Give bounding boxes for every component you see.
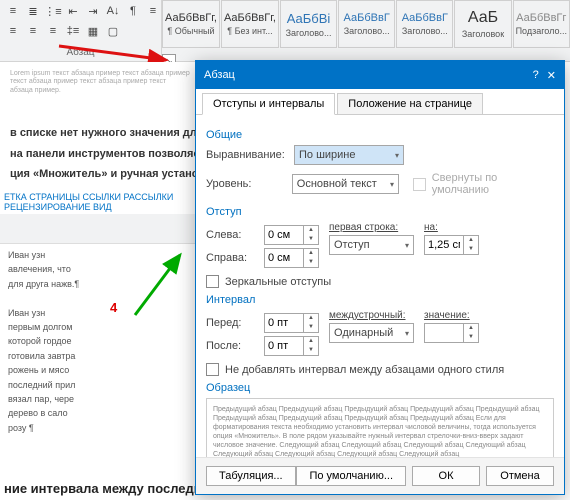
- cancel-button[interactable]: Отмена: [486, 466, 554, 486]
- collapse-checkbox[interactable]: [413, 178, 426, 191]
- bottom-text: ние интервала между последними: [4, 481, 227, 496]
- tab-position[interactable]: Положение на странице: [337, 93, 483, 114]
- align-left-icon[interactable]: ≡: [144, 2, 162, 20]
- help-icon[interactable]: ?: [533, 69, 539, 82]
- align-right-icon[interactable]: ≡: [24, 22, 42, 40]
- dialog-title: Абзац: [204, 69, 235, 81]
- mirror-checkbox[interactable]: [206, 275, 219, 288]
- by-input[interactable]: ▲▼: [424, 235, 479, 255]
- style-heading3[interactable]: АаБбВвГЗаголово...: [396, 0, 453, 48]
- ok-button[interactable]: ОК: [412, 466, 480, 486]
- left-indent-input[interactable]: ▲▼: [264, 225, 319, 245]
- group-indent: Отступ: [206, 206, 554, 218]
- value-label: значение:: [424, 310, 479, 321]
- noadd-checkbox[interactable]: [206, 363, 219, 376]
- align-center-icon[interactable]: ≡: [4, 22, 22, 40]
- after-label: После:: [206, 340, 258, 352]
- multilevel-icon[interactable]: ⋮≡: [44, 2, 62, 20]
- value-input[interactable]: ▲▼: [424, 323, 479, 343]
- ribbon-group-label: Абзац: [4, 46, 157, 59]
- group-common: Общие: [206, 129, 554, 141]
- indent-dec-icon[interactable]: ⇤: [64, 2, 82, 20]
- close-icon[interactable]: ✕: [547, 69, 556, 82]
- style-heading1[interactable]: АаБбВіЗаголово...: [280, 0, 337, 48]
- sort-icon[interactable]: A↓: [104, 2, 122, 20]
- alignment-label: Выравнивание:: [206, 149, 288, 161]
- linespacing-select[interactable]: Одинарный▾: [329, 323, 414, 343]
- before-label: Перед:: [206, 317, 258, 329]
- style-normal[interactable]: АаБбВвГг,¶ Обычный: [162, 0, 220, 48]
- before-input[interactable]: ▲▼: [264, 313, 319, 333]
- tabs-button[interactable]: Табуляция...: [206, 466, 296, 486]
- alignment-select[interactable]: По ширине▾: [294, 145, 404, 165]
- mini-ribbon: ЕТКА СТРАНИЦЫ ССЫЛКИ РАССЫЛКИ РЕЦЕНЗИРОВ…: [0, 190, 200, 439]
- level-select[interactable]: Основной текст▾: [292, 174, 399, 194]
- styles-gallery[interactable]: АаБбВвГг,¶ Обычный АаБбВвГг,¶ Без инт...…: [162, 0, 570, 61]
- after-input[interactable]: ▲▼: [264, 336, 319, 356]
- group-preview: Образец: [206, 382, 554, 394]
- default-button[interactable]: По умолчанию...: [296, 466, 406, 486]
- borders-icon[interactable]: ▢: [104, 22, 122, 40]
- shading-icon[interactable]: ▦: [84, 22, 102, 40]
- paragraph-dialog: Абзац ? ✕ Отступы и интервалы Положение …: [195, 60, 565, 495]
- first-line-label: первая строка:: [329, 222, 414, 233]
- style-heading2[interactable]: АаБбВвГЗаголово...: [338, 0, 395, 48]
- numbering-icon[interactable]: ≣: [24, 2, 42, 20]
- bullets-icon[interactable]: ≡: [4, 2, 22, 20]
- preview-box: Предыдущий абзац Предыдущий абзац Предыд…: [206, 398, 554, 457]
- indent-inc-icon[interactable]: ⇥: [84, 2, 102, 20]
- first-line-select[interactable]: Отступ▾: [329, 235, 414, 255]
- annotation-number: 4: [110, 300, 117, 315]
- right-indent-input[interactable]: ▲▼: [264, 248, 319, 268]
- tab-indents[interactable]: Отступы и интервалы: [202, 93, 335, 115]
- style-subtitle[interactable]: АаБбВвГгПодзаголо...: [513, 0, 570, 48]
- level-label: Уровень:: [206, 178, 286, 190]
- right-label: Справа:: [206, 252, 258, 264]
- style-title[interactable]: АаБЗаголовок: [454, 0, 511, 48]
- left-label: Слева:: [206, 229, 258, 241]
- pilcrow-icon[interactable]: ¶: [124, 2, 142, 20]
- justify-icon[interactable]: ≡: [44, 22, 62, 40]
- line-spacing-icon[interactable]: ‡≡: [64, 22, 82, 40]
- by-label: на:: [424, 222, 479, 233]
- style-nospacing[interactable]: АаБбВвГг,¶ Без инт...: [221, 0, 279, 48]
- group-spacing: Интервал: [206, 294, 554, 306]
- linespacing-label: междустрочный:: [329, 310, 414, 321]
